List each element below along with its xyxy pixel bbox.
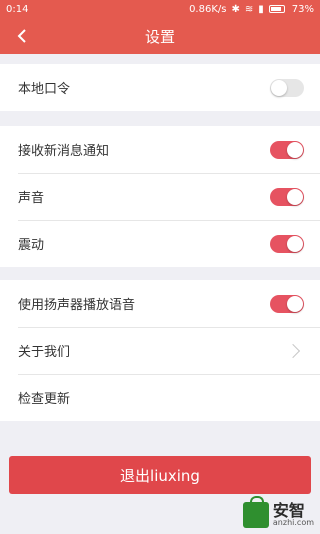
battery-level: 73% — [291, 3, 314, 15]
header-bar: 设置 — [0, 18, 320, 54]
setting-label: 声音 — [18, 191, 45, 206]
back-button[interactable] — [10, 24, 34, 48]
setting-row-sound: 声音 — [0, 173, 320, 220]
speaker-toggle[interactable] — [270, 294, 304, 313]
setting-row-check-update[interactable]: 检查更新 — [0, 374, 320, 421]
battery-icon — [268, 5, 285, 13]
wifi-icon: ≋ — [244, 3, 254, 15]
settings-group-1: 本地口令 — [0, 64, 320, 111]
shopping-bag-icon — [242, 496, 269, 528]
net-speed: 0.86K/s — [189, 3, 227, 15]
setting-label: 检查更新 — [18, 392, 71, 407]
status-right: 0.86K/s ✱ ≋ ▮ 73% — [189, 4, 314, 15]
sound-toggle[interactable] — [270, 187, 304, 206]
new-message-notify-toggle[interactable] — [270, 140, 304, 159]
chevron-left-icon — [17, 29, 26, 43]
setting-row-speaker: 使用扬声器播放语音 — [0, 280, 320, 327]
chevron-right-icon — [285, 343, 301, 358]
setting-row-new-message-notify: 接收新消息通知 — [0, 126, 320, 173]
setting-label: 使用扬声器播放语音 — [18, 298, 136, 313]
setting-row-vibrate: 震动 — [0, 220, 320, 267]
watermark-sub: anzhi.com — [272, 518, 314, 527]
local-passcode-toggle[interactable] — [270, 78, 304, 97]
watermark-main: 安智 — [272, 501, 305, 520]
setting-row-local-passcode: 本地口令 — [0, 64, 320, 111]
logout-button[interactable]: 退出liuxing — [9, 456, 311, 494]
signal-icon: ▮ — [258, 3, 264, 15]
vibrate-toggle[interactable] — [270, 234, 304, 253]
setting-row-about-us[interactable]: 关于我们 — [0, 327, 320, 374]
setting-label: 震动 — [18, 238, 45, 253]
setting-label: 接收新消息通知 — [18, 144, 110, 159]
bluetooth-icon: ✱ — [231, 3, 240, 15]
watermark-text: 安智 anzhi.com — [273, 503, 314, 527]
settings-group-3: 使用扬声器播放语音 关于我们 检查更新 — [0, 280, 320, 421]
status-time: 0:14 — [6, 3, 29, 15]
setting-label: 关于我们 — [18, 345, 71, 360]
status-bar: 0:14 0.86K/s ✱ ≋ ▮ 73% — [0, 0, 320, 18]
page-title: 设置 — [144, 27, 175, 46]
settings-group-2: 接收新消息通知 声音 震动 — [0, 126, 320, 267]
setting-label: 本地口令 — [18, 82, 71, 97]
watermark-logo: 安智 anzhi.com — [242, 496, 314, 528]
